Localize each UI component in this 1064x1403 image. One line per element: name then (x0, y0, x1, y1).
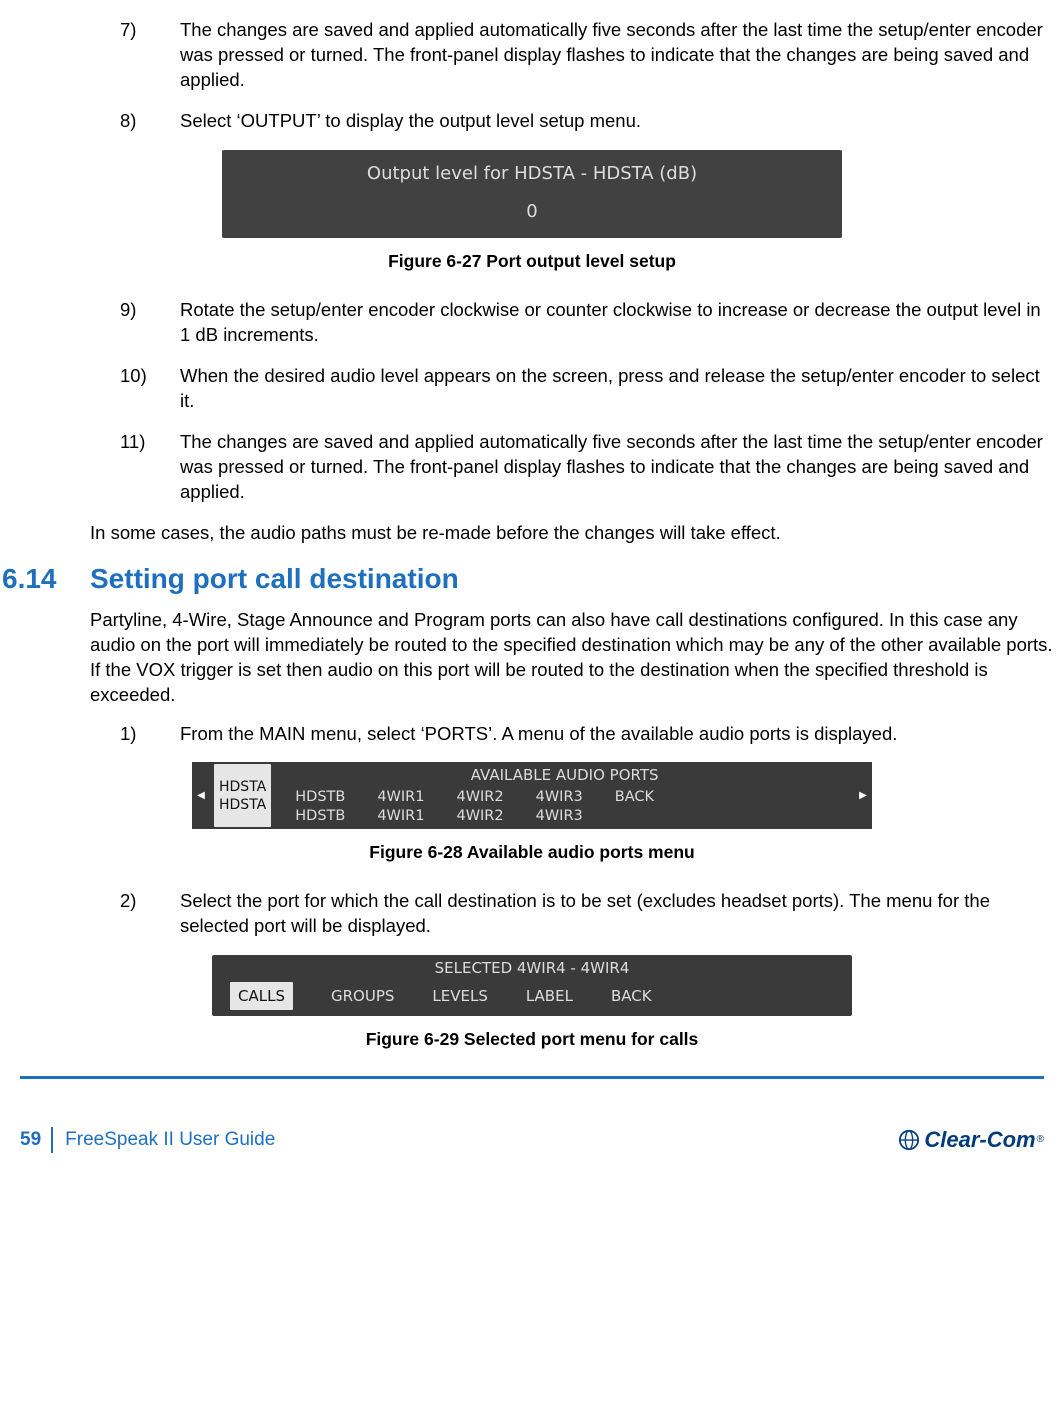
lcd-title: AVAILABLE AUDIO PORTS (275, 762, 854, 785)
guide-title: FreeSpeak II User Guide (65, 1127, 275, 1153)
section-intro: Partyline, 4-Wire, Stage Announce and Pr… (0, 608, 1064, 708)
page-number: 59 (20, 1127, 53, 1153)
page-footer: 59 FreeSpeak II User Guide Clear-Com® (0, 1119, 1064, 1169)
substep-2: 2) Select the port for which the call de… (0, 889, 1064, 939)
step-text: Select ‘OUTPUT’ to display the output le… (180, 109, 1056, 134)
step-text: When the desired audio level appears on … (180, 364, 1056, 414)
figure-caption: Figure 6-27 Port output level setup (0, 250, 1064, 274)
step-number: 9) (120, 298, 180, 348)
right-arrow-icon: ▶ (854, 762, 872, 829)
step-text: From the MAIN menu, select ‘PORTS’. A me… (180, 722, 1056, 747)
port-label: 4WIR3 (536, 807, 583, 826)
figure-6-28: ◀ HDSTA HDSTA AVAILABLE AUDIO PORTS HDST… (0, 762, 1064, 865)
menu-item: BACK (611, 986, 652, 1006)
step-8: 8) Select ‘OUTPUT’ to display the output… (0, 109, 1064, 134)
port-label: 4WIR1 (377, 788, 424, 807)
step-10: 10) When the desired audio level appears… (0, 364, 1064, 414)
back-option: BACK (615, 788, 654, 807)
section-number: 6.14 (2, 560, 90, 598)
globe-icon (898, 1129, 920, 1151)
lcd-display-output-level: Output level for HDSTA - HDSTA (dB) 0 (222, 150, 842, 239)
brand-name: Clear-Com (924, 1125, 1035, 1155)
port-label: HDSTA (219, 778, 266, 796)
section-heading-6-14: 6.14 Setting port call destination (0, 560, 1064, 598)
step-11: 11) The changes are saved and applied au… (0, 430, 1064, 505)
port-label: 4WIR2 (456, 788, 503, 807)
step-text: Select the port for which the call desti… (180, 889, 1056, 939)
ports-grid: AVAILABLE AUDIO PORTS HDSTBHDSTB 4WIR14W… (275, 762, 854, 829)
step-9: 9) Rotate the setup/enter encoder clockw… (0, 298, 1064, 348)
lcd-line-2: 0 (222, 200, 842, 224)
lcd-title: SELECTED 4WIR4 - 4WIR4 (212, 958, 852, 978)
figure-6-27: Output level for HDSTA - HDSTA (dB) 0 Fi… (0, 150, 1064, 274)
port-label: 4WIR1 (377, 807, 424, 826)
port-label: 4WIR2 (456, 807, 503, 826)
substep-1: 1) From the MAIN menu, select ‘PORTS’. A… (0, 722, 1064, 747)
step-number: 10) (120, 364, 180, 414)
port-label: 4WIR3 (536, 788, 583, 807)
figure-6-29: SELECTED 4WIR4 - 4WIR4 CALLS GROUPS LEVE… (0, 955, 1064, 1052)
step-number: 11) (120, 430, 180, 505)
menu-item: LEVELS (432, 986, 487, 1006)
port-label: HDSTB (295, 788, 345, 807)
lcd-display-selected-port: SELECTED 4WIR4 - 4WIR4 CALLS GROUPS LEVE… (212, 955, 852, 1017)
port-label: HDSTA (219, 796, 266, 814)
lcd-display-audio-ports: ◀ HDSTA HDSTA AVAILABLE AUDIO PORTS HDST… (192, 762, 872, 829)
lcd-line-1: Output level for HDSTA - HDSTA (dB) (222, 162, 842, 186)
step-number: 2) (120, 889, 180, 939)
section-title: Setting port call destination (90, 560, 459, 598)
figure-caption: Figure 6-29 Selected port menu for calls (0, 1028, 1064, 1052)
figure-caption: Figure 6-28 Available audio ports menu (0, 841, 1064, 865)
step-number: 8) (120, 109, 180, 134)
step-number: 1) (120, 722, 180, 747)
registered-mark: ® (1037, 1133, 1044, 1147)
menu-item-highlighted: CALLS (230, 982, 293, 1010)
left-arrow-icon: ◀ (192, 762, 210, 829)
brand-logo: Clear-Com® (898, 1125, 1044, 1155)
highlighted-port: HDSTA HDSTA (214, 764, 271, 827)
step-text: The changes are saved and applied automa… (180, 430, 1056, 505)
footer-rule (20, 1076, 1044, 1079)
step-text: The changes are saved and applied automa… (180, 18, 1056, 93)
port-label: HDSTB (295, 807, 345, 826)
menu-item: LABEL (526, 986, 573, 1006)
step-7: 7) The changes are saved and applied aut… (0, 18, 1064, 93)
menu-item: GROUPS (331, 986, 394, 1006)
step-number: 7) (120, 18, 180, 93)
step-text: Rotate the setup/enter encoder clockwise… (180, 298, 1056, 348)
paragraph-note: In some cases, the audio paths must be r… (0, 521, 1064, 546)
